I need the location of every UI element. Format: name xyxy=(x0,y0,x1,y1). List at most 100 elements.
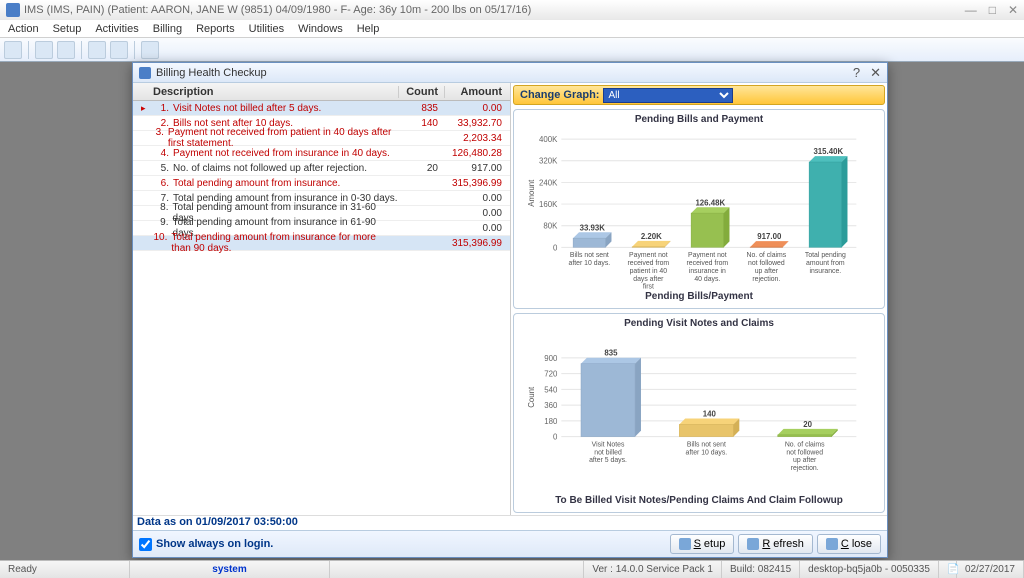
menu-windows[interactable]: Windows xyxy=(298,23,343,35)
chart-pending-visit-notes: Pending Visit Notes and Claims 0 180 360 54… xyxy=(513,313,885,513)
svg-text:2.20K: 2.20K xyxy=(641,232,662,241)
toolbar-btn[interactable] xyxy=(88,41,106,59)
svg-text:900: 900 xyxy=(544,354,558,363)
svg-text:patient in 40: patient in 40 xyxy=(630,268,668,275)
svg-text:up after: up after xyxy=(755,268,779,275)
chart1-svg: 080K160K240K320K400KAmount33.93KBills no… xyxy=(522,127,876,289)
table-row[interactable]: 6.Total pending amount from insurance.31… xyxy=(133,176,510,191)
table-row[interactable]: 4.Payment not received from insurance in… xyxy=(133,146,510,161)
svg-text:160K: 160K xyxy=(539,200,558,209)
show-always-input[interactable] xyxy=(139,538,152,551)
status-bar: Ready system Ver : 14.0.0 Service Pack 1… xyxy=(0,560,1024,578)
chart2-caption: To Be Billed Visit Notes/Pending Claims … xyxy=(555,495,843,506)
svg-text:40 days.: 40 days. xyxy=(694,276,720,283)
show-always-checkbox[interactable]: Show always on login. xyxy=(139,538,273,551)
data-as-of: Data as on 01/09/2017 03:50:00 xyxy=(133,515,887,530)
svg-text:after 5 days.: after 5 days. xyxy=(589,457,627,464)
svg-text:received from: received from xyxy=(687,260,729,267)
dialog-footer: Show always on login. Setup Refresh Clos… xyxy=(133,530,887,557)
menu-reports[interactable]: Reports xyxy=(196,23,235,35)
menu-billing[interactable]: Billing xyxy=(153,23,182,35)
workspace: Billing Health Checkup ? ✕ Description C… xyxy=(0,62,1024,560)
svg-text:Visit Notes: Visit Notes xyxy=(592,441,625,448)
svg-text:540: 540 xyxy=(544,385,558,394)
svg-text:Amount: Amount xyxy=(527,179,536,207)
app-icon xyxy=(6,3,20,17)
toolbar-btn[interactable] xyxy=(4,41,22,59)
menu-help[interactable]: Help xyxy=(357,23,380,35)
table-row[interactable]: 5.No. of claims not followed up after re… xyxy=(133,161,510,176)
gear-icon xyxy=(679,538,691,550)
toolbar-btn[interactable] xyxy=(110,41,128,59)
table-header: Description Count Amount xyxy=(133,83,510,101)
svg-text:917.00: 917.00 xyxy=(757,232,782,241)
svg-text:360: 360 xyxy=(544,401,558,410)
svg-text:180: 180 xyxy=(544,417,558,426)
change-graph-select[interactable]: All xyxy=(603,88,733,103)
svg-text:400K: 400K xyxy=(539,135,558,144)
svg-text:first: first xyxy=(643,284,654,289)
svg-text:not billed: not billed xyxy=(594,449,622,456)
table-row[interactable]: 3.Payment not received from patient in 4… xyxy=(133,131,510,146)
change-graph-bar: Change Graph: All xyxy=(513,85,885,105)
menu-utilities[interactable]: Utilities xyxy=(249,23,284,35)
svg-text:amount from: amount from xyxy=(806,260,845,267)
billing-health-checkup-dialog: Billing Health Checkup ? ✕ Description C… xyxy=(132,62,888,558)
svg-text:Bills not sent: Bills not sent xyxy=(570,252,609,259)
status-date: 02/27/2017 xyxy=(957,561,1024,578)
svg-text:315.40K: 315.40K xyxy=(813,147,843,156)
toolbar-btn[interactable] xyxy=(57,41,75,59)
help-icon[interactable]: ? xyxy=(853,65,860,81)
menu-setup[interactable]: Setup xyxy=(53,23,82,35)
svg-text:insurance in: insurance in xyxy=(689,268,726,275)
main-titlebar: IMS (IMS, PAIN) (Patient: AARON, JANE W … xyxy=(0,0,1024,20)
minimize-button[interactable]: — xyxy=(965,3,977,17)
svg-text:Payment not: Payment not xyxy=(629,252,668,259)
setup-button[interactable]: Setup xyxy=(670,534,735,554)
col-count[interactable]: Count xyxy=(398,86,444,98)
table-row[interactable]: 10.Total pending amount from insurance f… xyxy=(133,236,510,251)
svg-text:received from: received from xyxy=(628,260,670,267)
svg-text:No. of claims: No. of claims xyxy=(785,441,825,448)
main-menubar: Action Setup Activities Billing Reports Utili… xyxy=(0,20,1024,38)
charts-pane: Change Graph: All Pending Bills and Paym… xyxy=(511,83,887,515)
svg-text:Bills not sent: Bills not sent xyxy=(687,441,726,448)
status-host: desktop-bq5ja0b - 0050335 xyxy=(800,561,939,578)
svg-text:up after: up after xyxy=(793,457,817,464)
close-button[interactable]: ✕ xyxy=(1008,3,1018,17)
window-title: IMS (IMS, PAIN) (Patient: AARON, JANE W … xyxy=(24,4,531,16)
svg-text:20: 20 xyxy=(803,420,812,429)
chart2-svg: 0180360540720900Count835Visit Notesnot b… xyxy=(522,331,876,493)
refresh-button[interactable]: Refresh xyxy=(738,534,813,554)
status-user: system xyxy=(130,561,330,578)
chart-pending-bills: Pending Bills and Payment 0 80K 160K 240K 32… xyxy=(513,109,885,309)
menu-activities[interactable]: Activities xyxy=(95,23,138,35)
toolbar-btn[interactable] xyxy=(141,41,159,59)
dialog-icon xyxy=(139,67,151,79)
svg-text:rejection.: rejection. xyxy=(791,465,819,472)
svg-text:80K: 80K xyxy=(543,222,558,231)
svg-text:0: 0 xyxy=(553,433,558,442)
dialog-close-icon[interactable]: ✕ xyxy=(870,65,881,81)
main-toolbar xyxy=(0,38,1024,62)
toolbar-btn[interactable] xyxy=(35,41,53,59)
refresh-icon xyxy=(747,538,759,550)
status-build: Build: 082415 xyxy=(722,561,800,578)
menu-action[interactable]: Action xyxy=(8,23,39,35)
svg-text:No. of claims: No. of claims xyxy=(746,252,786,259)
col-amount[interactable]: Amount xyxy=(444,86,510,98)
change-graph-label: Change Graph: xyxy=(520,89,599,101)
dialog-title: Billing Health Checkup xyxy=(156,67,267,79)
svg-text:320K: 320K xyxy=(539,157,558,166)
close-button[interactable]: Close xyxy=(817,534,881,554)
svg-text:Payment not: Payment not xyxy=(688,252,727,259)
svg-text:after 10 days.: after 10 days. xyxy=(569,260,611,267)
table-row[interactable]: ▸1.Visit Notes not billed after 5 days.8… xyxy=(133,101,510,116)
col-description[interactable]: Description xyxy=(133,86,398,98)
svg-text:0: 0 xyxy=(553,243,558,252)
chart2-title: Pending Visit Notes and Claims xyxy=(624,318,774,329)
svg-text:240K: 240K xyxy=(539,178,558,187)
chart1-title: Pending Bills and Payment xyxy=(635,114,763,125)
status-version: Ver : 14.0.0 Service Pack 1 xyxy=(584,561,722,578)
maximize-button[interactable]: □ xyxy=(989,3,996,17)
